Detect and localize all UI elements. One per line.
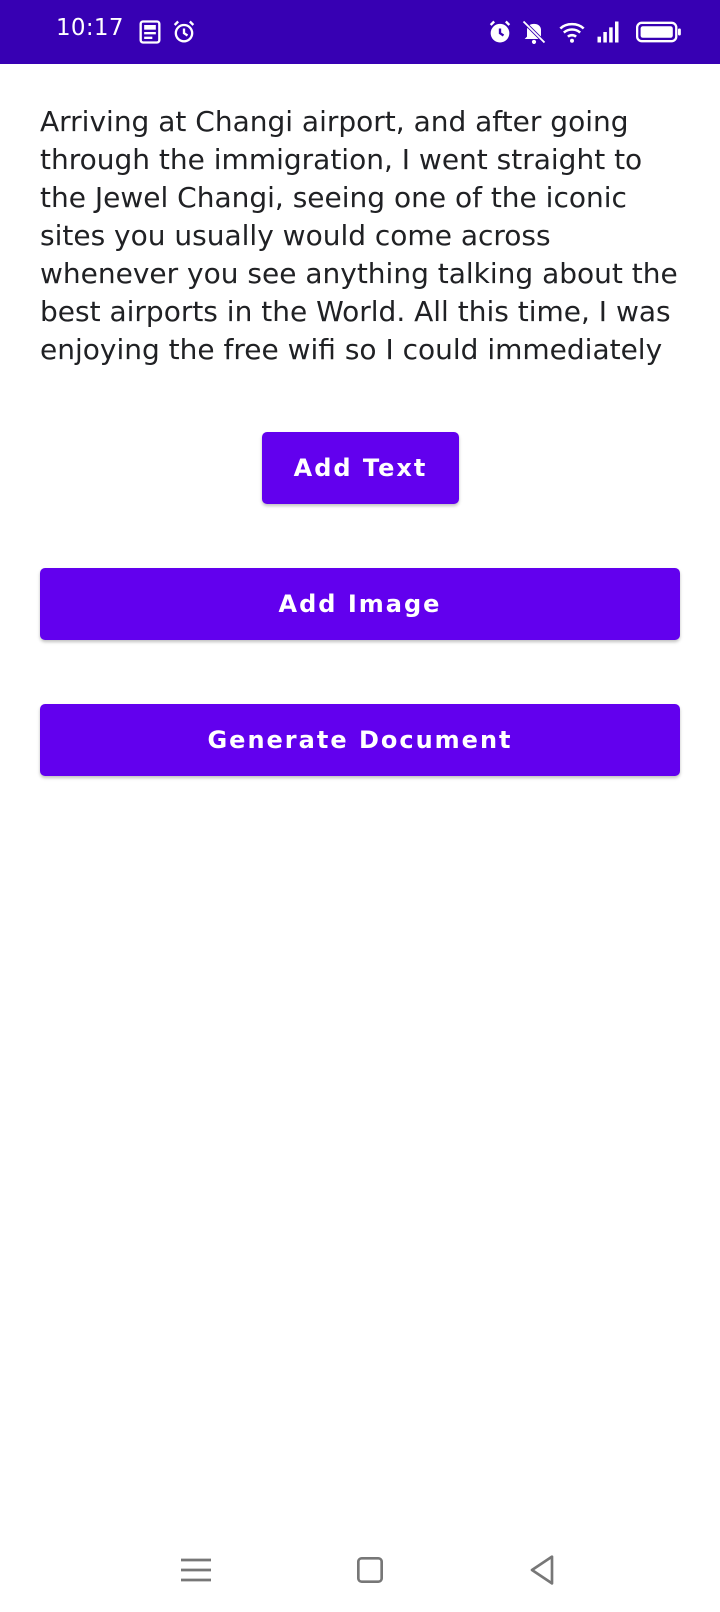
battery-icon xyxy=(636,18,682,46)
cellular-signal-icon xyxy=(594,18,622,46)
status-bar: 10:17 xyxy=(0,0,720,64)
silent-mode-icon xyxy=(520,18,548,46)
menu-icon[interactable] xyxy=(176,1550,216,1590)
news-icon xyxy=(136,18,164,46)
back-icon[interactable] xyxy=(522,1550,562,1590)
wifi-icon xyxy=(558,18,586,46)
document-text: Arriving at Changi airport, and after go… xyxy=(40,105,678,366)
add-image-button[interactable]: Add Image xyxy=(40,568,680,640)
alarm-icon xyxy=(486,18,514,46)
navigation-bar xyxy=(0,1530,720,1612)
home-icon[interactable] xyxy=(350,1550,390,1590)
add-text-button[interactable]: Add Text xyxy=(262,432,459,504)
status-time: 10:17 xyxy=(56,15,124,41)
generate-document-button[interactable]: Generate Document xyxy=(40,704,680,776)
alarm-icon xyxy=(170,18,198,46)
